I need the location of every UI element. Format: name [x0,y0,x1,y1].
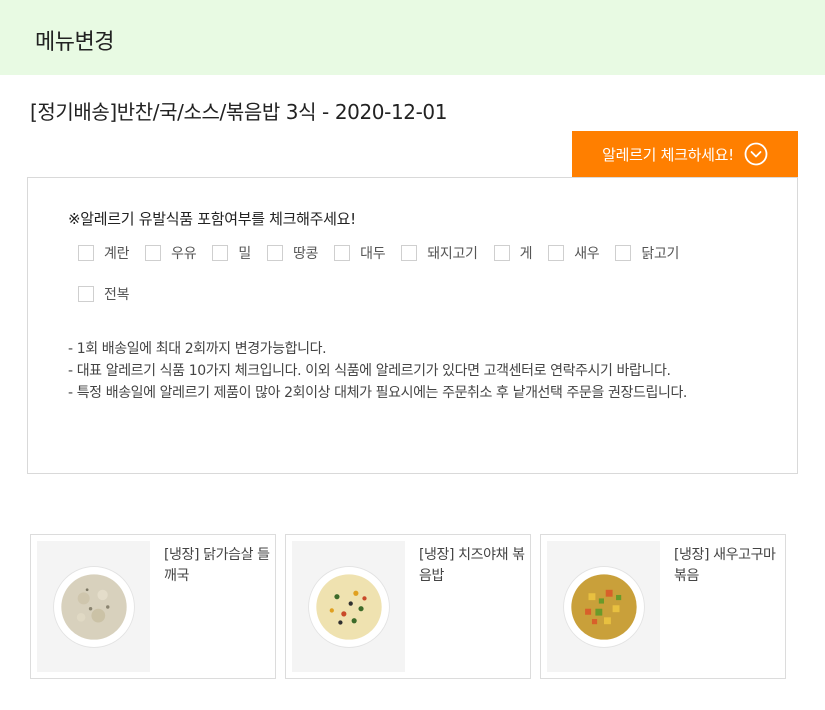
allergy-option-label: 닭고기 [641,245,680,262]
note-line: - 특정 배송일에 알레르기 제품이 많아 2회이상 대체가 필요시에는 주문취… [68,385,687,401]
allergy-option-wheat[interactable]: 밀 [212,242,251,263]
allergy-panel: ※알레르기 유발식품 포함여부를 체크해주세요! 계란 우유 밀 땅콩 대두 돼… [27,177,798,474]
allergy-option-shrimp[interactable]: 새우 [548,242,600,263]
note-line: - 대표 알레르기 식품 10가지 체크입니다. 이외 식품에 알레르기가 있다… [68,363,671,379]
allergy-panel-title: ※알레르기 유발식품 포함여부를 체크해주세요! [68,210,356,228]
product-image [547,541,660,672]
product-card[interactable]: [냉장] 새우고구마볶음 [540,534,786,679]
note-line: - 1회 배송일에 최대 2회까지 변경가능합니다. [68,341,327,357]
allergy-option-abalone[interactable]: 전복 [78,283,129,304]
checkbox[interactable] [401,244,418,261]
checkbox[interactable] [266,244,283,261]
allergy-notes: - 1회 배송일에 최대 2회까지 변경가능합니다. - 대표 알레르기 식품 … [68,338,758,404]
checkbox[interactable] [78,285,94,302]
product-list: [냉장] 닭가슴살 들깨국 [냉장] 치즈야채 볶음밥 [냉장] 새우고구마볶음 [30,534,795,679]
allergy-option-crab[interactable]: 게 [493,242,533,263]
allergy-check-button-label: 알레르기 체크하세요! [602,145,734,164]
allergy-checklist: 계란 우유 밀 땅콩 대두 돼지고기 게 새우 닭고기 전복 [78,242,718,304]
shrimp-potato-stirfry-image [562,565,645,648]
allergy-option-pork[interactable]: 돼지고기 [401,242,478,263]
soup-bowl-image [52,565,135,648]
checkbox[interactable] [493,244,510,261]
allergy-option-peanut[interactable]: 땅콩 [266,242,319,263]
checkbox[interactable] [78,244,94,261]
allergy-option-label: 대두 [360,245,386,262]
allergy-option-label: 돼지고기 [427,245,478,262]
allergy-option-label: 우유 [171,245,197,262]
allergy-option-label: 전복 [104,286,130,303]
product-name: [냉장] 닭가슴살 들깨국 [164,547,270,584]
allergy-option-egg[interactable]: 계란 [78,242,129,263]
product-card[interactable]: [냉장] 치즈야채 볶음밥 [285,534,531,679]
product-image [37,541,150,672]
fried-rice-bowl-image [307,565,390,648]
allergy-option-label: 땅콩 [292,245,319,262]
page-title: 메뉴변경 [35,30,114,55]
allergy-option-milk[interactable]: 우유 [145,242,197,263]
checkbox[interactable] [615,244,632,261]
product-name: [냉장] 치즈야채 볶음밥 [419,547,525,584]
allergy-check-button[interactable]: 알레르기 체크하세요! [572,131,798,177]
allergy-option-soybean[interactable]: 대두 [334,242,386,263]
product-image [292,541,405,672]
chevron-down-circle-icon [744,142,768,166]
page-header: 메뉴변경 [0,0,825,75]
product-name: [냉장] 새우고구마볶음 [674,547,776,584]
product-card[interactable]: [냉장] 닭가슴살 들깨국 [30,534,276,679]
checkbox[interactable] [145,244,162,261]
allergy-option-label: 밀 [238,245,251,262]
checkbox[interactable] [212,244,229,261]
allergy-option-label: 게 [519,245,533,262]
checkbox[interactable] [548,244,565,261]
allergy-option-label: 계란 [104,245,130,262]
product-title: [정기배송]반찬/국/소스/볶음밥 3식 - 2020-12-01 [30,100,448,124]
allergy-option-chicken[interactable]: 닭고기 [615,242,679,263]
checkbox[interactable] [334,244,351,261]
allergy-option-label: 새우 [574,245,600,262]
